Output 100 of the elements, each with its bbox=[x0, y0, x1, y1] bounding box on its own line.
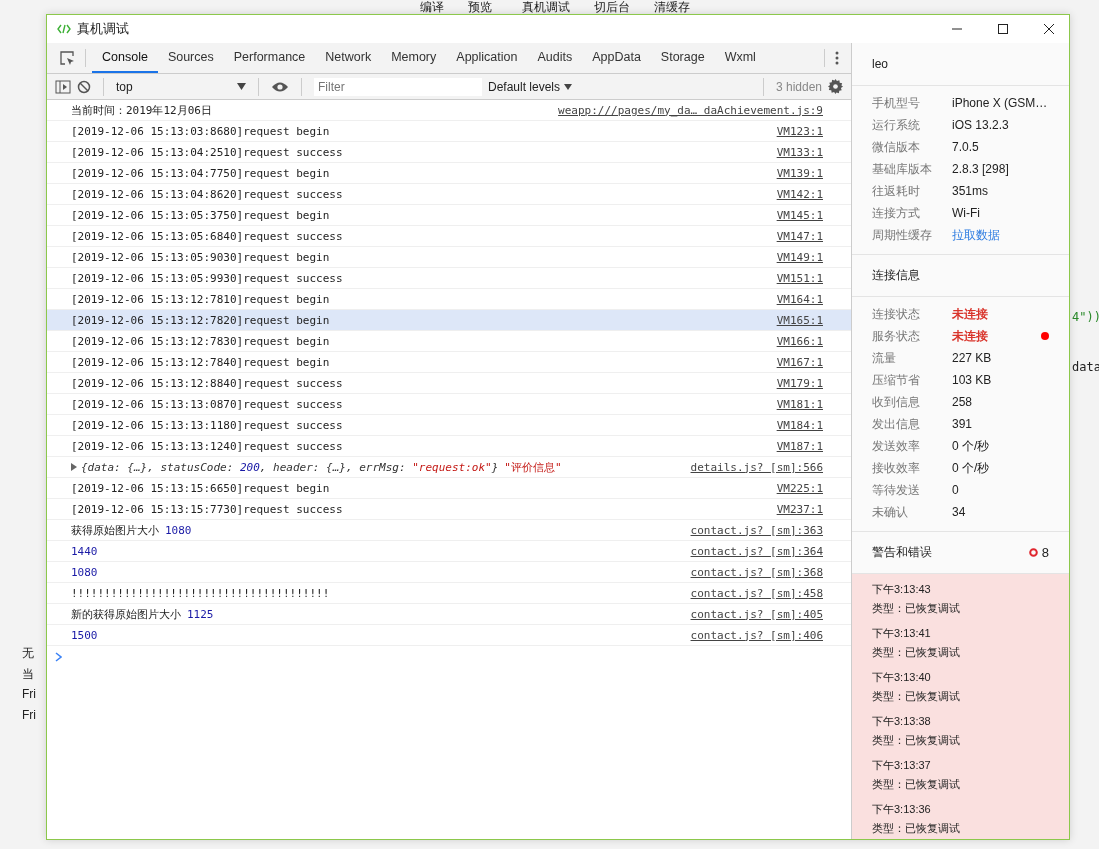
info-label: 未确认 bbox=[872, 503, 909, 521]
log-message: [2019-12-06 15:13:04:7750]request begin bbox=[71, 166, 331, 180]
fetch-link[interactable]: 拉取数据 bbox=[952, 226, 1000, 244]
more-icon[interactable] bbox=[835, 51, 839, 65]
info-value: 0 bbox=[952, 483, 959, 497]
info-label: 等待发送 bbox=[872, 481, 921, 499]
levels-dropdown[interactable]: Default levels bbox=[488, 79, 573, 94]
console-fragment: 当 bbox=[22, 666, 35, 682]
info-label: 运行系统 bbox=[872, 116, 921, 134]
info-label: 发出信息 bbox=[872, 415, 921, 433]
window-title: 真机调试 bbox=[77, 20, 129, 38]
info-value: 391 bbox=[952, 417, 973, 431]
menu-item[interactable]: 编译 bbox=[420, 0, 444, 14]
source-link[interactable]: VM184:1 bbox=[776, 418, 823, 432]
info-label: 微信版本 bbox=[872, 138, 921, 156]
devtools-tab[interactable]: Memory bbox=[381, 43, 447, 73]
info-value: 258 bbox=[952, 395, 973, 409]
sidebar-toggle-icon[interactable] bbox=[55, 79, 71, 94]
eye-icon[interactable] bbox=[271, 80, 289, 93]
console-fragment: Fri bbox=[22, 687, 36, 703]
code-fragment: 4")) bbox=[1072, 310, 1099, 324]
source-link[interactable]: VM145:1 bbox=[776, 208, 823, 222]
devtools-tab[interactable]: Storage bbox=[650, 43, 715, 73]
source-link[interactable]: VM147:1 bbox=[776, 229, 823, 243]
clear-icon[interactable] bbox=[77, 79, 91, 94]
source-link[interactable]: VM237:1 bbox=[776, 502, 823, 516]
expand-arrow-icon[interactable] bbox=[71, 463, 77, 471]
log-message: [2019-12-06 15:13:05:6840]request success bbox=[71, 229, 344, 243]
source-link[interactable]: weapp:///pages/my_da… daAchievement.js:9 bbox=[558, 103, 823, 117]
devtools-tab[interactable]: Application bbox=[446, 43, 528, 73]
devtools-tab[interactable]: AppData bbox=[582, 43, 651, 73]
devtools-tab[interactable]: Network bbox=[315, 43, 382, 73]
source-link[interactable]: contact.js? [sm]:368 bbox=[690, 565, 823, 579]
source-link[interactable]: VM167:1 bbox=[776, 355, 823, 369]
log-message: 当前时间：2019年12月06日 bbox=[71, 102, 213, 118]
log-message: [2019-12-06 15:13:05:9930]request success bbox=[71, 271, 344, 285]
menu-item[interactable]: 切后台 bbox=[594, 0, 630, 14]
context-select[interactable]: top bbox=[116, 79, 246, 94]
log-message: [2019-12-06 15:13:15:6650]request begin bbox=[71, 481, 331, 495]
source-link[interactable]: VM151:1 bbox=[776, 271, 823, 285]
prompt-icon[interactable] bbox=[55, 652, 62, 662]
section-title: 警告和错误 bbox=[872, 544, 932, 561]
source-link[interactable]: VM133:1 bbox=[776, 145, 823, 159]
source-link[interactable]: details.js? [sm]:566 bbox=[690, 460, 823, 474]
caret-icon bbox=[564, 83, 573, 90]
inspect-icon[interactable] bbox=[59, 50, 75, 66]
info-label: 基础库版本 bbox=[872, 160, 933, 178]
source-link[interactable]: VM179:1 bbox=[776, 376, 823, 390]
source-link[interactable]: VM166:1 bbox=[776, 334, 823, 348]
source-link[interactable]: contact.js? [sm]:405 bbox=[690, 607, 823, 621]
source-link[interactable]: contact.js? [sm]:363 bbox=[690, 523, 823, 537]
info-label: 发送效率 bbox=[872, 437, 921, 455]
log-message: [2019-12-06 15:13:12:8840]request success bbox=[71, 376, 344, 390]
info-value: iOS 13.2.3 bbox=[952, 118, 1009, 132]
menu-item[interactable]: 真机调试 bbox=[522, 0, 570, 14]
source-link[interactable]: VM165:1 bbox=[776, 313, 823, 327]
devtools-tab[interactable]: Performance bbox=[223, 43, 316, 73]
log-message: [2019-12-06 15:13:12:7830]request begin bbox=[71, 334, 331, 348]
menu-item[interactable]: 预览 bbox=[468, 0, 492, 14]
info-value: 7.0.5 bbox=[952, 140, 979, 154]
info-label: 服务状态 bbox=[872, 327, 921, 345]
close-icon[interactable] bbox=[1043, 23, 1055, 35]
log-message: [2019-12-06 15:13:13:1240]request success bbox=[71, 439, 344, 453]
filter-field[interactable]: Filter bbox=[314, 77, 482, 96]
source-link[interactable]: VM181:1 bbox=[776, 397, 823, 411]
source-link[interactable]: VM139:1 bbox=[776, 166, 823, 180]
info-value: 0 个/秒 bbox=[952, 459, 990, 477]
warning-count: 8 bbox=[1041, 545, 1049, 560]
section-title: 连接信息 bbox=[852, 255, 1069, 297]
log-message: [2019-12-06 15:13:05:9030]request begin bbox=[71, 250, 331, 264]
log-message: 新的获得原始图片大小 1125 bbox=[71, 606, 215, 622]
menu-item[interactable]: 清缓存 bbox=[654, 0, 690, 14]
info-value: 未连接 bbox=[952, 327, 988, 345]
info-label: 接收效率 bbox=[872, 459, 921, 477]
devtools-tab[interactable]: Sources bbox=[157, 43, 224, 73]
source-link[interactable]: VM164:1 bbox=[776, 292, 823, 306]
info-value: 103 KB bbox=[952, 373, 992, 387]
settings-icon[interactable] bbox=[828, 79, 843, 94]
info-label: 手机型号 bbox=[872, 94, 921, 112]
warning-type: 类型：已恢复调试 bbox=[872, 689, 961, 704]
devtools-tab[interactable]: Audits bbox=[527, 43, 583, 73]
warning-type: 类型：已恢复调试 bbox=[872, 733, 961, 748]
devtools-tab[interactable]: Wxml bbox=[714, 43, 766, 73]
info-label: 连接状态 bbox=[872, 305, 921, 323]
warning-type: 类型：已恢复调试 bbox=[872, 601, 961, 616]
source-link[interactable]: contact.js? [sm]:364 bbox=[690, 544, 823, 558]
info-value: 351ms bbox=[952, 184, 989, 198]
maximize-icon[interactable] bbox=[997, 23, 1009, 35]
source-link[interactable]: VM123:1 bbox=[776, 124, 823, 138]
source-link[interactable]: VM149:1 bbox=[776, 250, 823, 264]
log-message: [2019-12-06 15:13:13:0870]request success bbox=[71, 397, 344, 411]
info-value: iPhone X (GSM… bbox=[952, 96, 1048, 110]
source-link[interactable]: VM225:1 bbox=[776, 481, 823, 495]
caret-icon bbox=[237, 83, 246, 90]
log-message: {data: {…}, statusCode: 200, header: {…}, errMsg: "request:ok"} "评价信息" bbox=[81, 459, 563, 475]
source-link[interactable]: VM187:1 bbox=[776, 439, 823, 453]
source-link[interactable]: contact.js? [sm]:458 bbox=[690, 586, 823, 600]
source-link[interactable]: contact.js? [sm]:406 bbox=[690, 628, 823, 642]
log-message: !!!!!!!!!!!!!!!!!!!!!!!!!!!!!!!!!!!!!!! bbox=[71, 586, 331, 600]
source-link[interactable]: VM142:1 bbox=[776, 187, 823, 201]
